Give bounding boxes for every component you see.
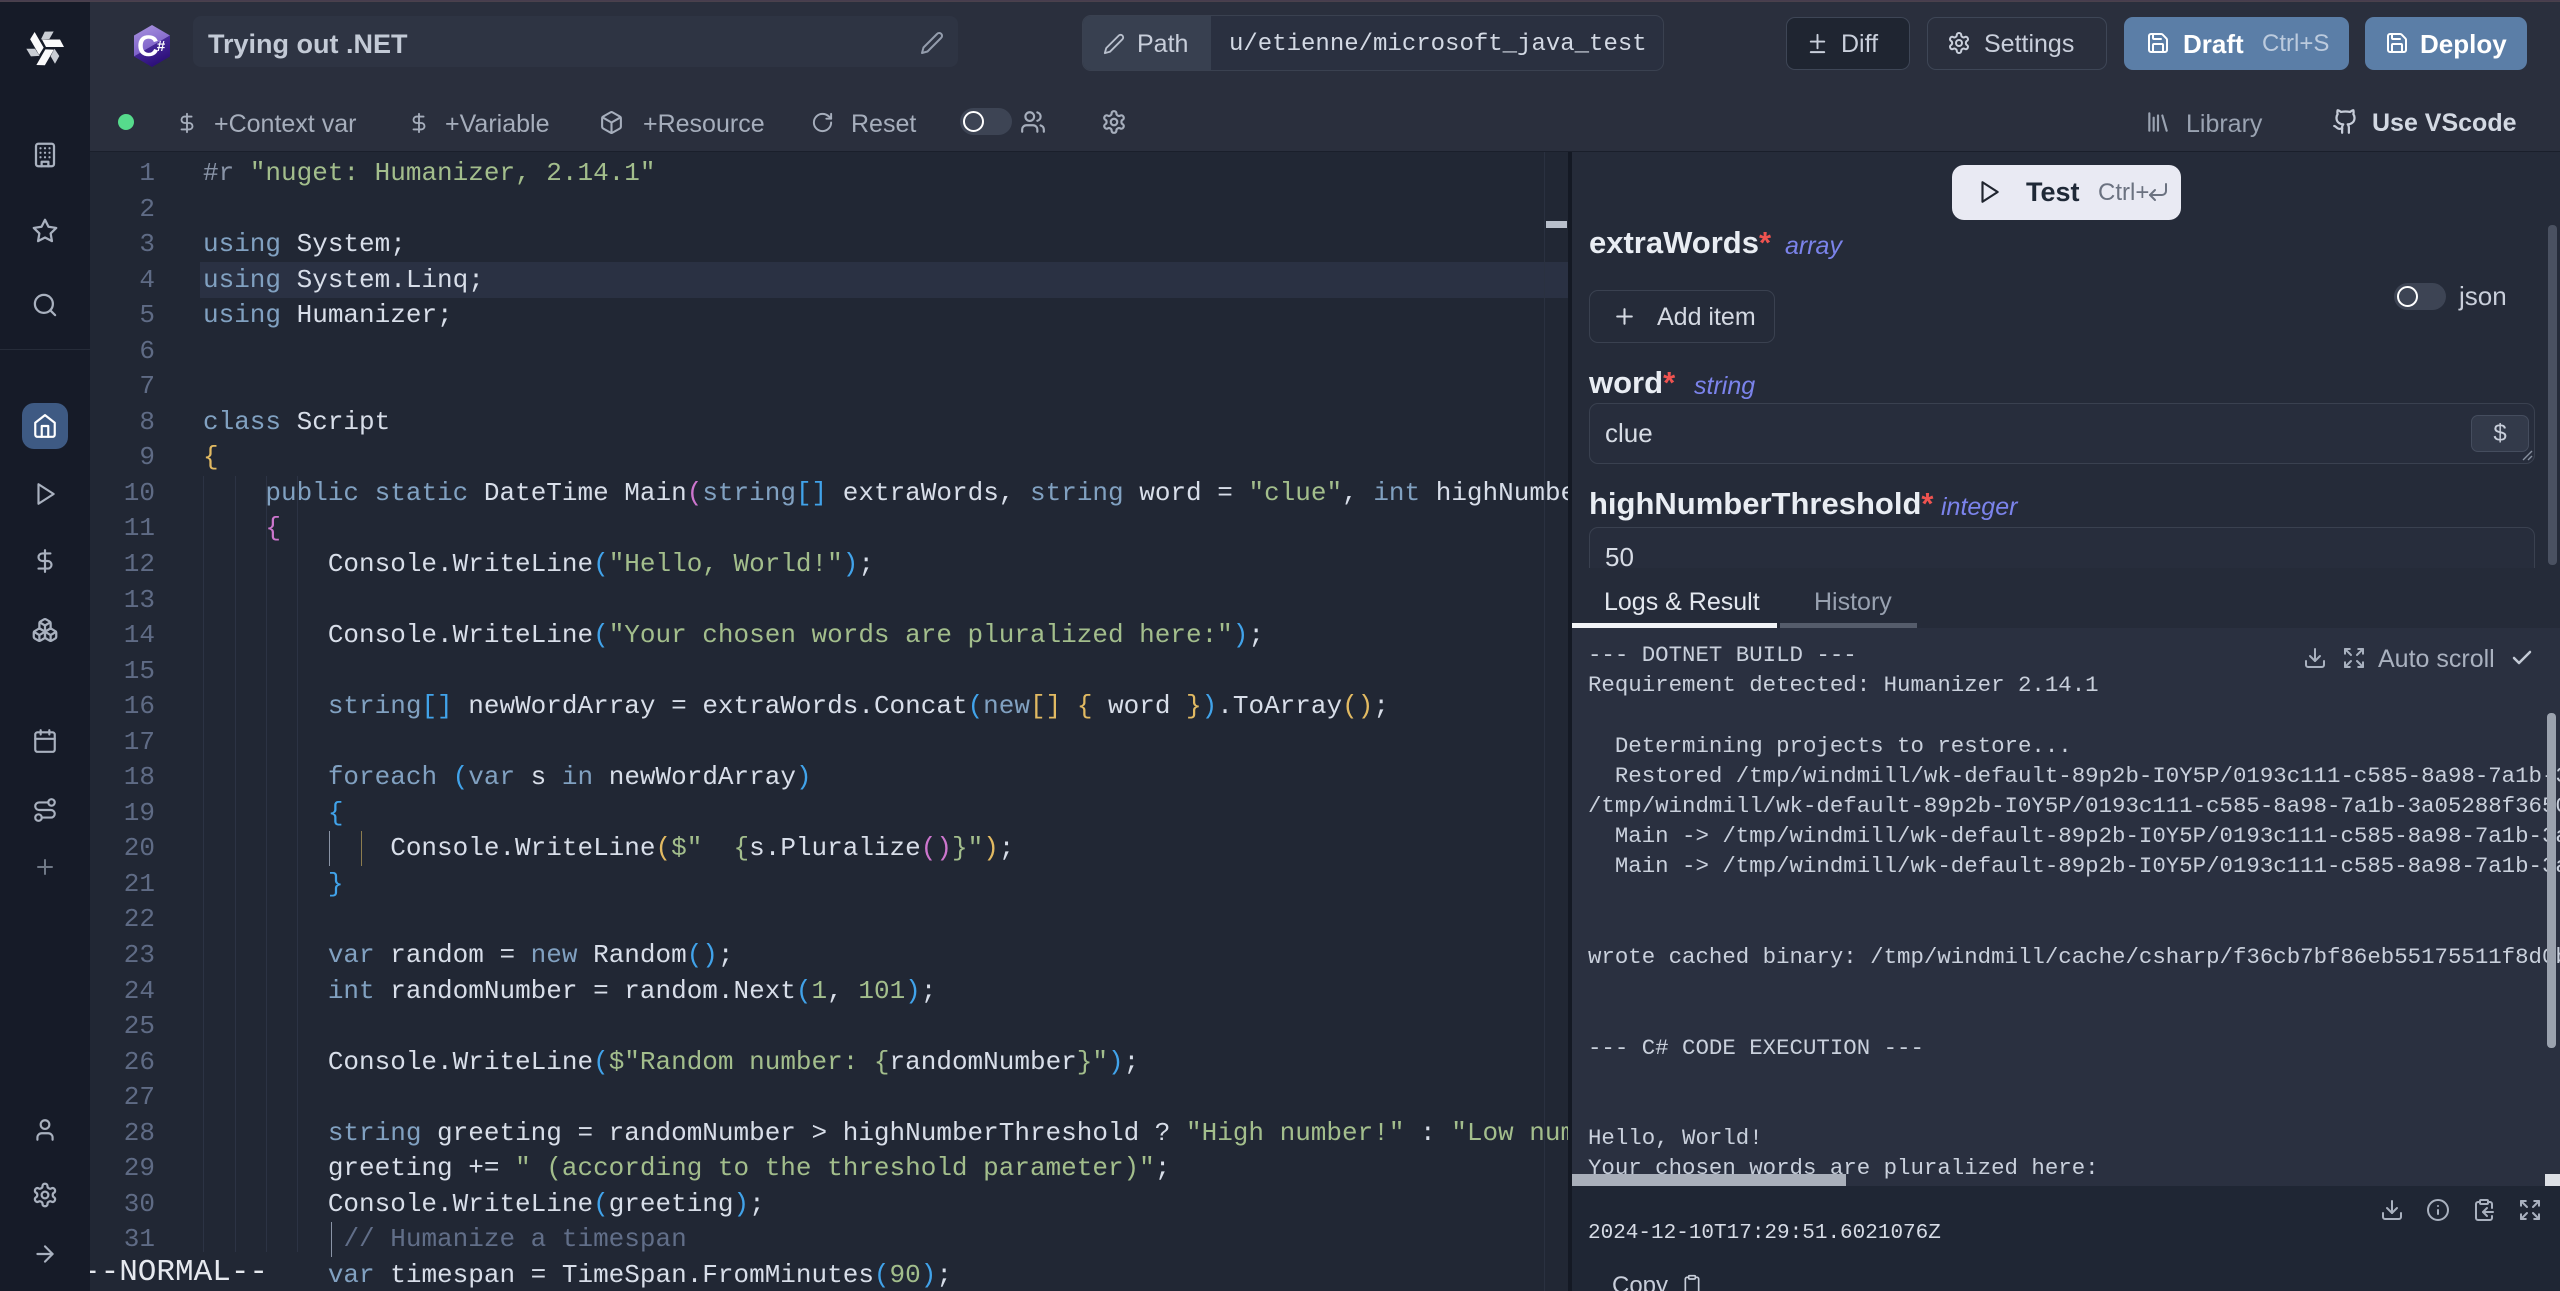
svg-text:#: # <box>157 38 166 55</box>
svg-text:C: C <box>137 30 159 63</box>
